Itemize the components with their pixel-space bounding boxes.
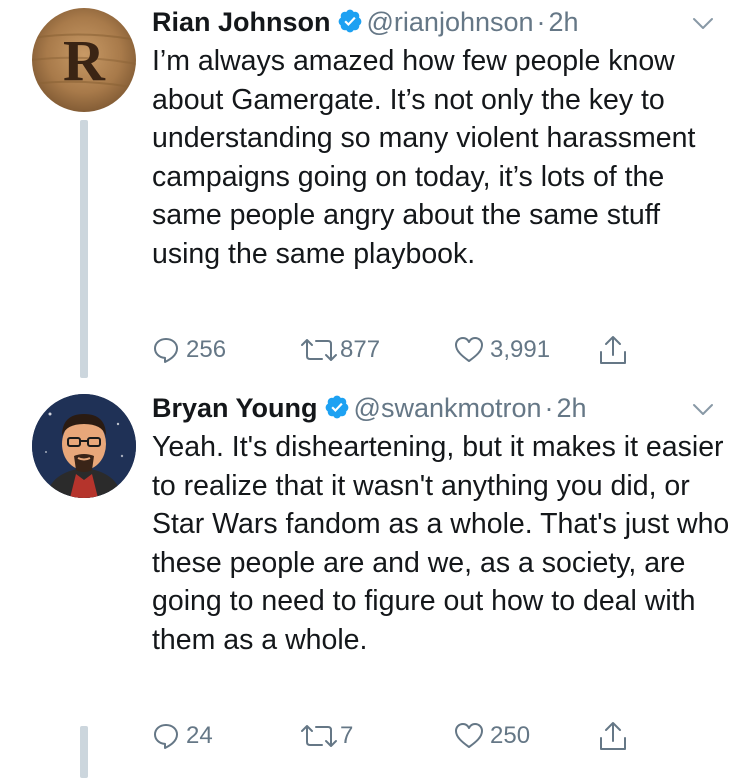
share-upload-icon bbox=[598, 334, 628, 366]
heart-icon bbox=[454, 722, 484, 750]
tweet-rian-johnson[interactable]: R Rian Johnson @rianjohnson · 2h I’m alway… bbox=[0, 0, 750, 378]
reply-bubble-icon bbox=[152, 722, 180, 750]
retweet-icon bbox=[300, 722, 338, 750]
share-button[interactable] bbox=[598, 330, 628, 370]
share-button[interactable] bbox=[598, 716, 628, 756]
tweet-text: I’m always amazed how few people know ab… bbox=[152, 45, 696, 270]
verified-badge-icon bbox=[324, 394, 350, 420]
timestamp[interactable]: 2h bbox=[549, 7, 579, 37]
chevron-down-icon[interactable] bbox=[690, 10, 716, 36]
reply-button[interactable]: 256 bbox=[152, 330, 226, 370]
like-count: 250 bbox=[490, 722, 531, 749]
chevron-down-icon[interactable] bbox=[690, 396, 716, 422]
verified-badge-icon bbox=[337, 8, 363, 34]
author-handle[interactable]: @rianjohnson bbox=[367, 7, 534, 37]
heart-icon bbox=[454, 336, 484, 364]
tweet-text: Yeah. It's disheartening, but it makes i… bbox=[152, 431, 730, 656]
tweet-bryan-young[interactable]: Bryan Young @swankmotron · 2h Yeah. It's d… bbox=[0, 386, 750, 778]
like-button[interactable]: 250 bbox=[454, 716, 530, 756]
retweet-count: 877 bbox=[340, 336, 381, 363]
timestamp[interactable]: 2h bbox=[557, 393, 587, 423]
reply-count: 256 bbox=[186, 336, 227, 363]
like-count: 3,991 bbox=[490, 336, 551, 363]
reply-bubble-icon bbox=[152, 336, 180, 364]
avatar-bryan-young[interactable] bbox=[32, 394, 136, 498]
reply-button[interactable]: 24 bbox=[152, 716, 213, 756]
separator-dot: · bbox=[544, 393, 554, 423]
tweet-header: Bryan Young @swankmotron · 2h bbox=[152, 388, 587, 428]
like-button[interactable]: 3,991 bbox=[454, 330, 550, 370]
reply-count: 24 bbox=[186, 722, 213, 749]
author-name[interactable]: Bryan Young bbox=[152, 393, 318, 423]
tweet-header: Rian Johnson @rianjohnson · 2h bbox=[152, 2, 579, 42]
avatar-rian-johnson[interactable]: R bbox=[32, 8, 136, 112]
retweet-icon bbox=[300, 336, 338, 364]
author-name[interactable]: Rian Johnson bbox=[152, 7, 331, 37]
share-upload-icon bbox=[598, 720, 628, 752]
avatar-letter: R bbox=[63, 28, 106, 93]
separator-dot: · bbox=[536, 7, 546, 37]
tweet-actions: 256 877 3,991 bbox=[152, 330, 712, 370]
retweet-count: 7 bbox=[340, 722, 354, 749]
retweet-button[interactable]: 7 bbox=[300, 716, 353, 756]
thread-connector-line bbox=[80, 120, 88, 378]
author-handle[interactable]: @swankmotron bbox=[354, 393, 542, 423]
tweet-actions: 24 7 250 bbox=[152, 716, 712, 756]
thread-connector-line bbox=[80, 726, 88, 778]
retweet-button[interactable]: 877 bbox=[300, 330, 380, 370]
